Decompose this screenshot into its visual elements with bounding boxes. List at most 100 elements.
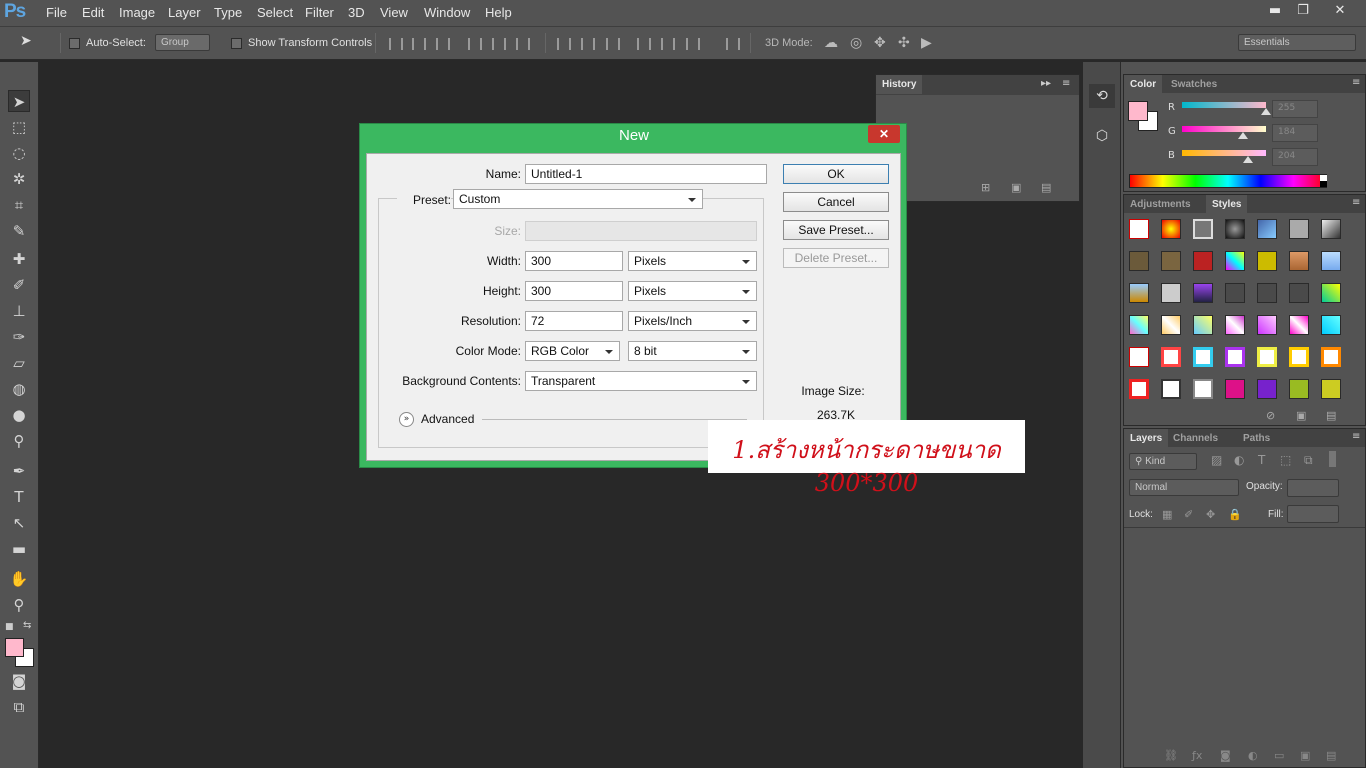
width-input[interactable]: 300 <box>525 251 623 271</box>
style-swatch[interactable] <box>1321 379 1341 399</box>
magic-wand-icon[interactable]: ✲ <box>8 168 30 190</box>
distribute-bottom-icon[interactable] <box>606 38 620 50</box>
style-swatch[interactable] <box>1321 315 1341 335</box>
delete-style-icon[interactable]: ▤ <box>1326 409 1336 422</box>
menu-select[interactable]: Select <box>257 5 293 20</box>
auto-select-checkbox[interactable] <box>69 38 80 49</box>
opacity-input[interactable] <box>1287 479 1339 497</box>
add-mask-icon[interactable]: ◙ <box>1220 749 1231 762</box>
distribute-left-icon[interactable] <box>637 38 651 50</box>
panel-menu-icon[interactable]: ≡ <box>1352 431 1360 442</box>
tab-styles[interactable]: Styles <box>1206 195 1248 214</box>
style-swatch[interactable] <box>1225 315 1245 335</box>
type-tool-icon[interactable]: T <box>8 486 30 508</box>
align-right-icon[interactable] <box>516 38 530 50</box>
g-slider-thumb[interactable] <box>1238 127 1248 139</box>
r-value[interactable]: 255 <box>1272 100 1318 118</box>
slide-3d-icon[interactable]: ✣ <box>898 35 910 51</box>
distribute-vcenter-icon[interactable] <box>581 38 595 50</box>
tab-color[interactable]: Color <box>1124 75 1163 94</box>
b-slider-thumb[interactable] <box>1243 151 1253 163</box>
style-swatch[interactable] <box>1321 347 1341 367</box>
style-swatch[interactable] <box>1129 283 1149 303</box>
panel-menu-icon[interactable]: ≡ <box>1352 77 1360 88</box>
style-swatch[interactable] <box>1321 251 1341 271</box>
filter-toggle[interactable] <box>1329 451 1336 467</box>
blur-tool-icon[interactable]: ● <box>8 404 30 426</box>
style-swatch[interactable] <box>1289 283 1309 303</box>
pixel-filter-icon[interactable]: ▨ <box>1211 453 1222 467</box>
background-contents-select[interactable]: Transparent <box>525 371 757 391</box>
color-spectrum-ramp[interactable] <box>1129 174 1327 188</box>
align-left-icon[interactable] <box>468 38 482 50</box>
fill-input[interactable] <box>1287 505 1339 523</box>
align-hcenter-icon[interactable] <box>492 38 506 50</box>
delete-state-icon[interactable]: ▤ <box>1041 181 1051 194</box>
preset-select[interactable]: Custom <box>453 189 703 209</box>
dodge-tool-icon[interactable]: ⚲ <box>8 430 30 452</box>
show-transform-checkbox[interactable] <box>231 38 242 49</box>
style-swatch[interactable] <box>1193 283 1213 303</box>
menu-image[interactable]: Image <box>119 5 155 20</box>
move-tool-icon[interactable]: ➤ <box>8 90 30 112</box>
new-document-from-state-icon[interactable]: ⊞ <box>981 181 990 194</box>
eraser-tool-icon[interactable]: ▱ <box>8 352 30 374</box>
menu-type[interactable]: Type <box>214 5 242 20</box>
style-swatch[interactable] <box>1161 219 1181 239</box>
menu-filter[interactable]: Filter <box>305 5 334 20</box>
delete-preset-button[interactable]: Delete Preset... <box>783 248 889 268</box>
style-swatch[interactable] <box>1289 379 1309 399</box>
screen-mode-icon[interactable]: ⧉ <box>8 696 30 718</box>
style-swatch[interactable] <box>1257 219 1277 239</box>
paint-bucket-icon[interactable]: ◍ <box>8 378 30 400</box>
history-brush-icon[interactable]: ✑ <box>8 326 30 348</box>
black-white-ramp[interactable] <box>1320 175 1327 187</box>
move-tool-icon[interactable]: ➤ <box>20 33 32 49</box>
zoom-tool-icon[interactable]: ⚲ <box>8 594 30 616</box>
minimize-button[interactable]: ▬ <box>1263 2 1287 20</box>
clone-stamp-icon[interactable]: ⊥ <box>8 300 30 322</box>
tab-history[interactable]: History <box>876 75 923 94</box>
style-swatch[interactable] <box>1129 379 1149 399</box>
fx-icon[interactable]: ƒx <box>1192 749 1202 762</box>
resolution-unit-select[interactable]: Pixels/Inch <box>628 311 757 331</box>
style-swatch[interactable] <box>1129 251 1149 271</box>
style-swatch[interactable] <box>1129 347 1149 367</box>
align-top-icon[interactable] <box>389 38 403 50</box>
height-input[interactable]: 300 <box>525 281 623 301</box>
align-vcenter-icon[interactable] <box>412 38 426 50</box>
panel-collapse-icon[interactable]: ▸▸ <box>1041 78 1051 89</box>
foreground-color-swatch[interactable] <box>5 638 24 657</box>
new-style-icon[interactable]: ▣ <box>1296 409 1306 422</box>
resolution-input[interactable]: 72 <box>525 311 623 331</box>
menu-edit[interactable]: Edit <box>82 5 104 20</box>
style-swatch[interactable] <box>1193 251 1213 271</box>
blend-mode-select[interactable]: Normal <box>1129 479 1239 496</box>
style-swatch[interactable] <box>1257 347 1277 367</box>
r-slider[interactable] <box>1182 102 1266 108</box>
distribute-hcenter-icon[interactable] <box>661 38 675 50</box>
style-swatch[interactable] <box>1225 379 1245 399</box>
auto-align-icon[interactable] <box>726 38 740 50</box>
ok-button[interactable]: OK <box>783 164 889 184</box>
new-group-icon[interactable]: ▭ <box>1274 749 1284 762</box>
width-unit-select[interactable]: Pixels <box>628 251 757 271</box>
close-button[interactable]: ✕ <box>1328 2 1352 20</box>
style-swatch[interactable] <box>1193 315 1213 335</box>
style-swatch[interactable] <box>1257 379 1277 399</box>
clear-style-icon[interactable]: ⊘ <box>1266 409 1275 422</box>
menu-file[interactable]: File <box>46 5 67 20</box>
tab-layers[interactable]: Layers <box>1124 429 1169 448</box>
tab-swatches[interactable]: Swatches <box>1165 75 1223 94</box>
g-slider[interactable] <box>1182 126 1266 132</box>
pen-tool-icon[interactable]: ✒ <box>8 460 30 482</box>
panel-menu-icon[interactable]: ≡ <box>1352 197 1360 208</box>
lock-all-icon[interactable]: 🔒 <box>1228 508 1242 521</box>
adjustment-filter-icon[interactable]: ◐ <box>1234 453 1244 467</box>
menu-view[interactable]: View <box>380 5 408 20</box>
color-mode-select[interactable]: RGB Color <box>525 341 620 361</box>
delete-layer-icon[interactable]: ▤ <box>1326 749 1336 762</box>
style-swatch[interactable] <box>1257 251 1277 271</box>
style-swatch[interactable] <box>1161 315 1181 335</box>
quick-mask-icon[interactable]: ◙ <box>8 670 30 692</box>
